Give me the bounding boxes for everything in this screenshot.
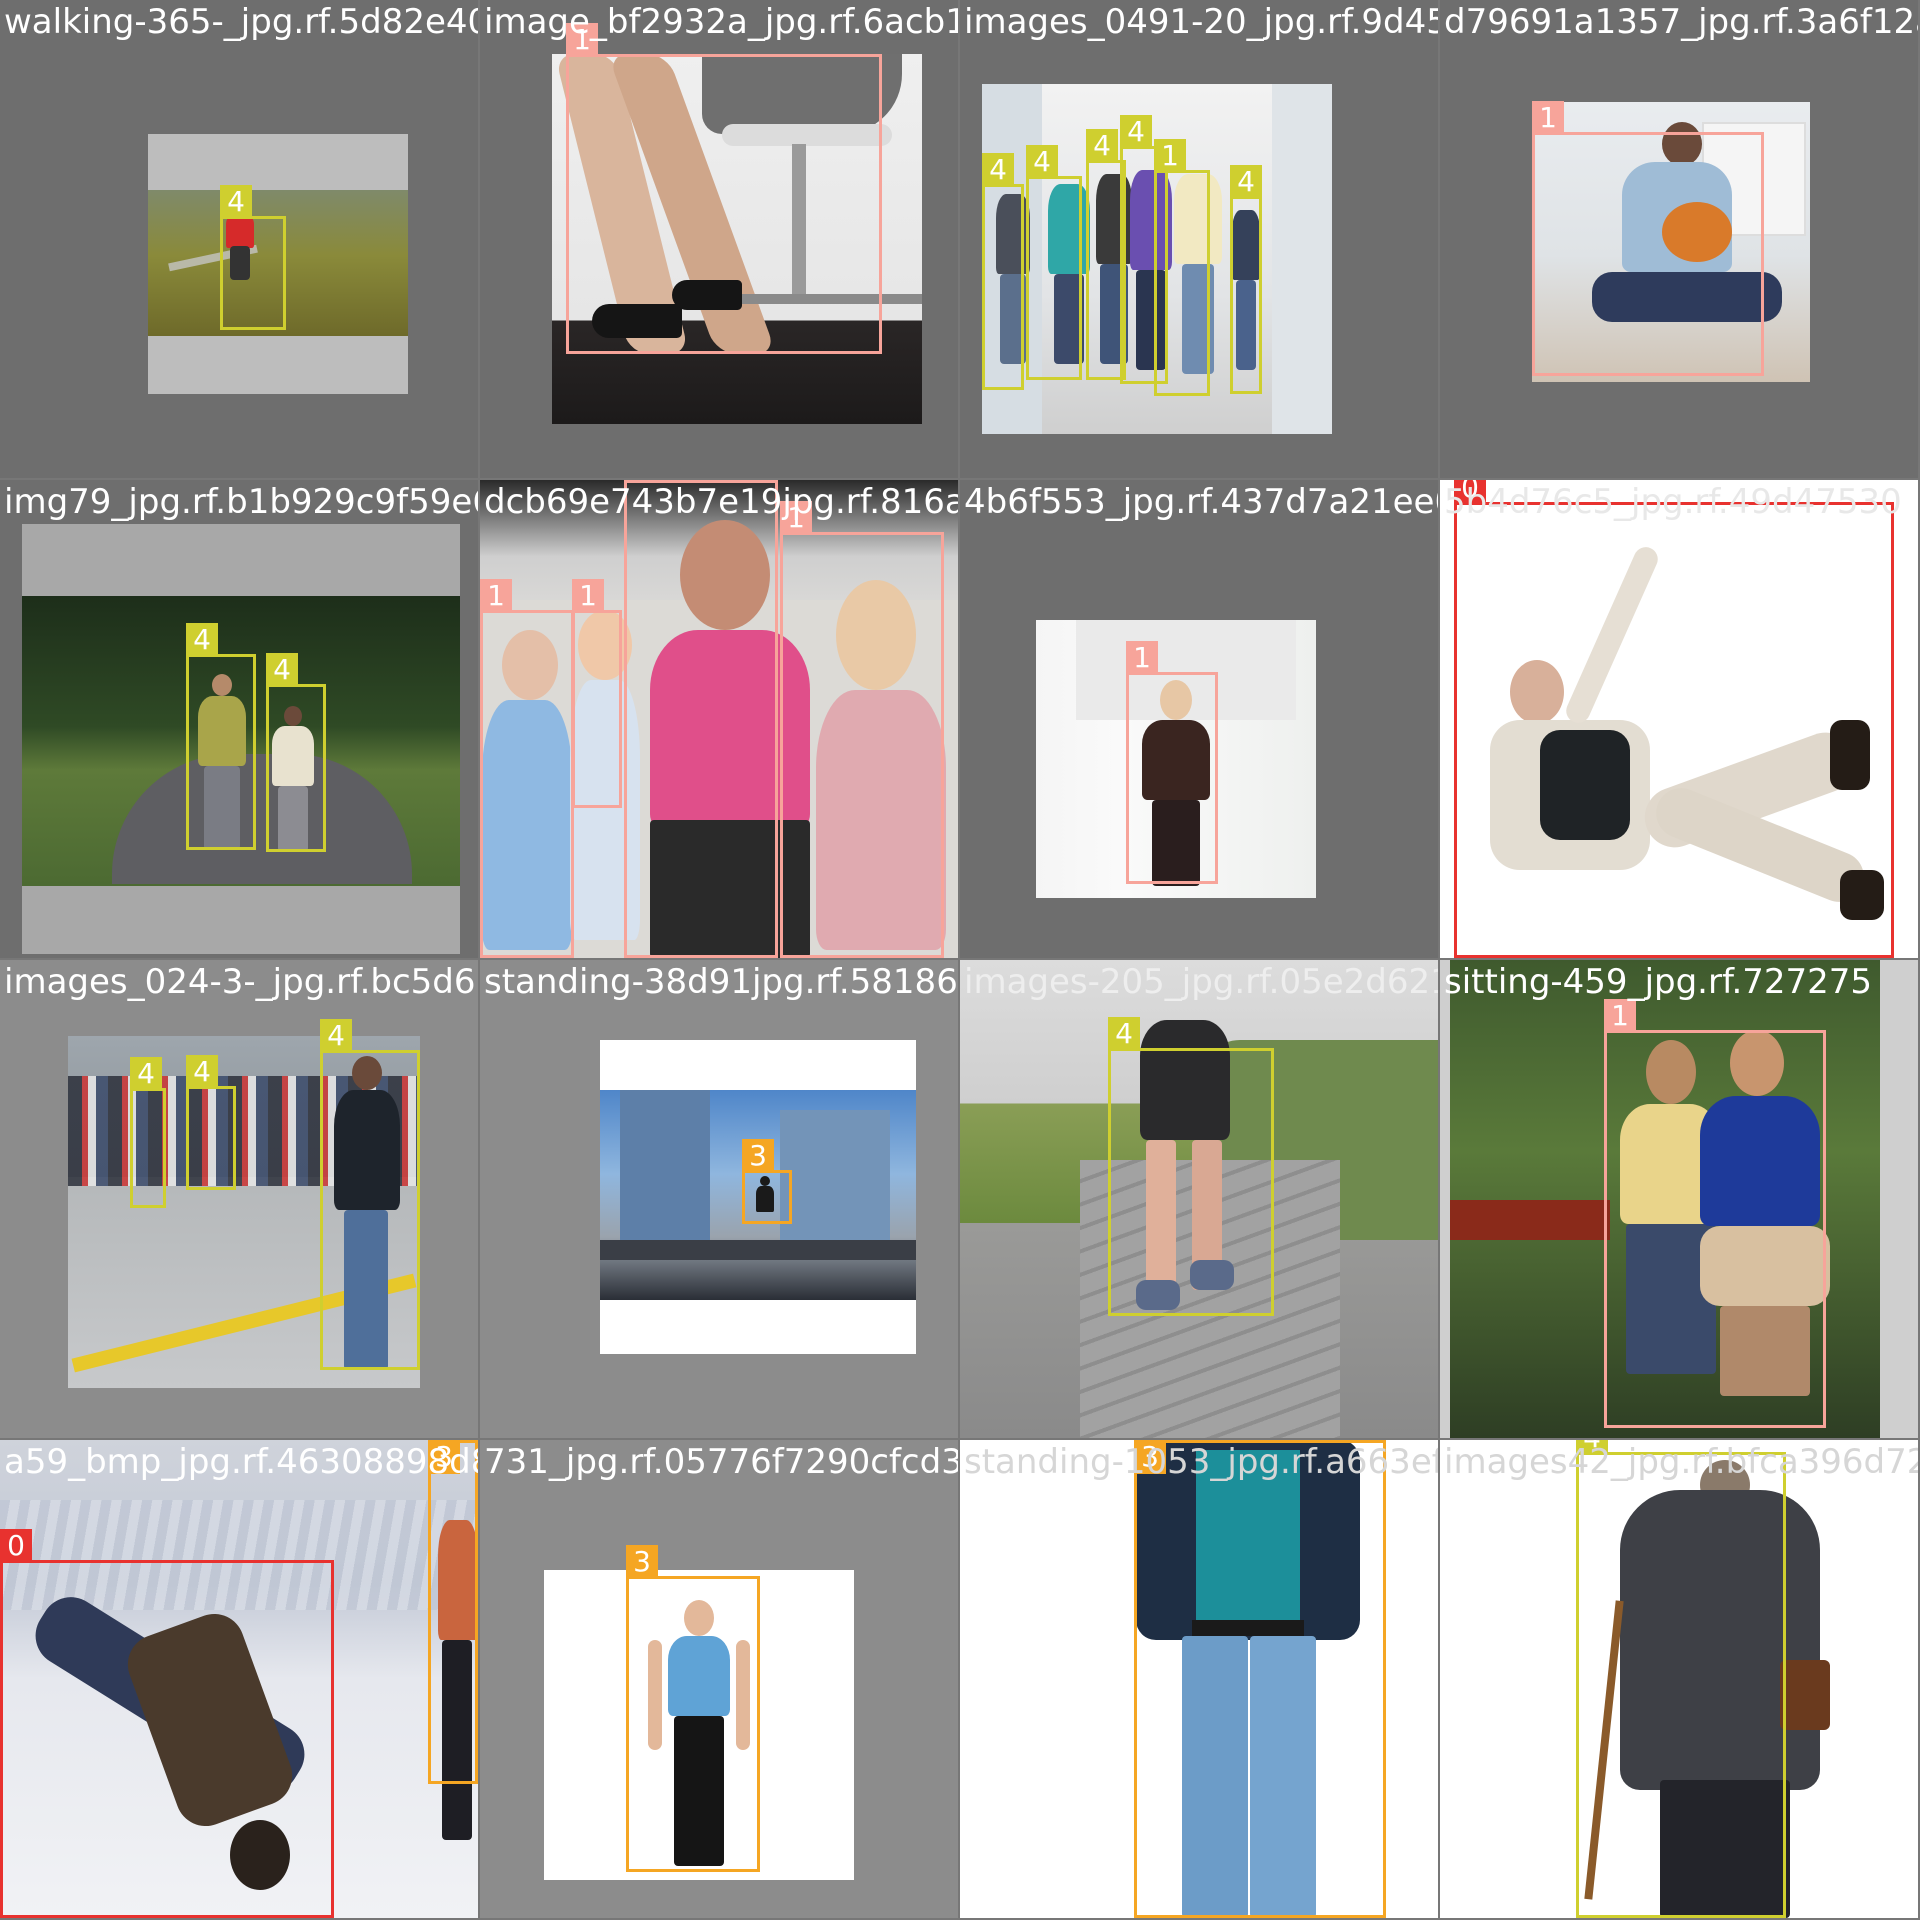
bbox-class-4: 4 <box>1108 1017 1274 1316</box>
tile-filename: image_bf2932a_jpg.rf.6acb1 <box>484 2 958 42</box>
bbox-label: 4 <box>320 1019 352 1053</box>
bbox-label: 4 <box>220 185 252 219</box>
bbox-label: 3 <box>742 1139 774 1173</box>
bbox-class-4: 4 <box>266 653 326 852</box>
tile-1: 4 walking-365-_jpg.rf.5d82e40 <box>0 0 478 478</box>
tile-3: 4 4 4 4 1 4 images_0491-20_jpg.rf.9d45c <box>960 0 1438 478</box>
bbox-label: 4 <box>186 623 218 657</box>
bbox-class-4: 4 <box>1026 145 1082 380</box>
tile-filename: standing-38d91jpg.rf.58186b <box>484 962 958 1002</box>
bbox-class-4: 1 <box>1154 139 1210 396</box>
tile-filename: a59_bmp_jpg.rf.46308898d8 <box>4 1442 478 1482</box>
bbox-class-0: 0 <box>1454 480 1894 958</box>
tile-4: 1 d79691a1357_jpg.rf.3a6f12a <box>1440 0 1918 478</box>
tile-12: 1 sitting-459_jpg.rf.727275 <box>1440 960 1918 1438</box>
bbox-label: 4 <box>982 153 1014 187</box>
bbox-label: 3 <box>626 1545 658 1579</box>
tile-filename: images42_jpg.rf.bfca396d7271 <box>1444 1442 1918 1482</box>
tile-10: 3 standing-38d91jpg.rf.58186b <box>480 960 958 1438</box>
bbox-class-1: 1 <box>566 23 882 354</box>
bbox-class-1: 1 <box>480 579 574 958</box>
bbox-class-3: 3 <box>1134 1440 1386 1918</box>
bbox-label: 4 <box>1230 165 1262 199</box>
tile-filename: 731_jpg.rf.05776f7290cfcd3eb <box>484 1442 958 1482</box>
tile-filename: 5b4d76c5_jpg.rf.49d47530 <box>1444 482 1902 522</box>
bbox-label: 4 <box>130 1057 162 1091</box>
tile-8: 0 5b4d76c5_jpg.rf.49d47530 <box>1440 480 1918 958</box>
bbox-label: 4 <box>1086 129 1118 163</box>
tile-filename: sitting-459_jpg.rf.727275 <box>1444 962 1873 1002</box>
tile-7: 1 4b6f553_jpg.rf.437d7a21ee0c <box>960 480 1438 958</box>
bbox-class-4: 4 <box>220 185 286 330</box>
tile-filename: images_024-3-_jpg.rf.bc5d6 <box>4 962 476 1002</box>
bbox-label: 1 <box>1604 999 1636 1033</box>
bbox-class-1: 1 <box>1126 641 1218 884</box>
tile-filename: dcb69e743b7e19jpg.rf.816ac <box>484 482 958 522</box>
bbox-class-1: 1 <box>624 480 778 958</box>
bbox-class-4: 4 <box>1230 165 1262 394</box>
bbox-class-1: 1 <box>1604 999 1826 1428</box>
bbox-class-4: 4 <box>320 1019 420 1370</box>
bbox-class-4: 4 <box>1576 1440 1786 1918</box>
bbox-label: 4 <box>266 653 298 687</box>
tile-filename: d79691a1357_jpg.rf.3a6f12a <box>1444 2 1918 42</box>
bbox-class-3: 3 <box>626 1545 760 1872</box>
bbox-class-4: 4 <box>130 1057 166 1208</box>
bbox-label: 1 <box>480 579 512 613</box>
tile-filename: walking-365-_jpg.rf.5d82e40 <box>4 2 478 42</box>
bbox-label: 4 <box>1120 115 1152 149</box>
tile-filename: images-205_jpg.rf.05e2d621 <box>964 962 1438 1002</box>
tile-filename: images_0491-20_jpg.rf.9d45c <box>964 2 1438 42</box>
bbox-class-4: 4 <box>186 623 256 850</box>
bbox-label: 0 <box>0 1529 32 1563</box>
tile-6: 1 1 1 1 dcb69e743b7e19jpg.rf.816ac <box>480 480 958 958</box>
bbox-label: 4 <box>1108 1017 1140 1051</box>
bbox-label: 1 <box>1154 139 1186 173</box>
tile-15: 3 standing-1053_jpg.rf.a663efc <box>960 1440 1438 1918</box>
bbox-label: 4 <box>1026 145 1058 179</box>
bbox-class-0: 0 <box>0 1529 334 1918</box>
bbox-label: 1 <box>572 579 604 613</box>
bbox-class-3: 3 <box>742 1139 792 1224</box>
tile-13: 0 3 a59_bmp_jpg.rf.46308898d8 <box>0 1440 478 1918</box>
tile-filename: 4b6f553_jpg.rf.437d7a21ee0c <box>964 482 1438 522</box>
tile-14: 3 731_jpg.rf.05776f7290cfcd3eb <box>480 1440 958 1918</box>
bbox-class-1: 1 <box>1532 101 1764 376</box>
bbox-label: 1 <box>1532 101 1564 135</box>
tile-2: 1 image_bf2932a_jpg.rf.6acb1 <box>480 0 958 478</box>
bbox-class-3: 3 <box>428 1440 478 1784</box>
mosaic-grid: 4 walking-365-_jpg.rf.5d82e40 1 image_bf… <box>0 0 1920 1920</box>
bbox-class-4: 4 <box>186 1055 236 1190</box>
bbox-class-1: 1 <box>572 579 622 808</box>
tile-filename: standing-1053_jpg.rf.a663efc <box>964 1442 1438 1482</box>
tile-5: 4 4 img79_jpg.rf.b1b929c9f59e6 <box>0 480 478 958</box>
bbox-class-1: 1 <box>780 501 944 958</box>
bbox-class-4: 4 <box>982 153 1024 390</box>
tile-16: 4 images42_jpg.rf.bfca396d7271 <box>1440 1440 1918 1918</box>
bbox-label: 1 <box>1126 641 1158 675</box>
tile-11: 4 images-205_jpg.rf.05e2d621 <box>960 960 1438 1438</box>
tile-filename: img79_jpg.rf.b1b929c9f59e6 <box>4 482 478 522</box>
tile-9: 4 4 4 images_024-3-_jpg.rf.bc5d6 <box>0 960 478 1438</box>
bbox-label: 4 <box>186 1055 218 1089</box>
